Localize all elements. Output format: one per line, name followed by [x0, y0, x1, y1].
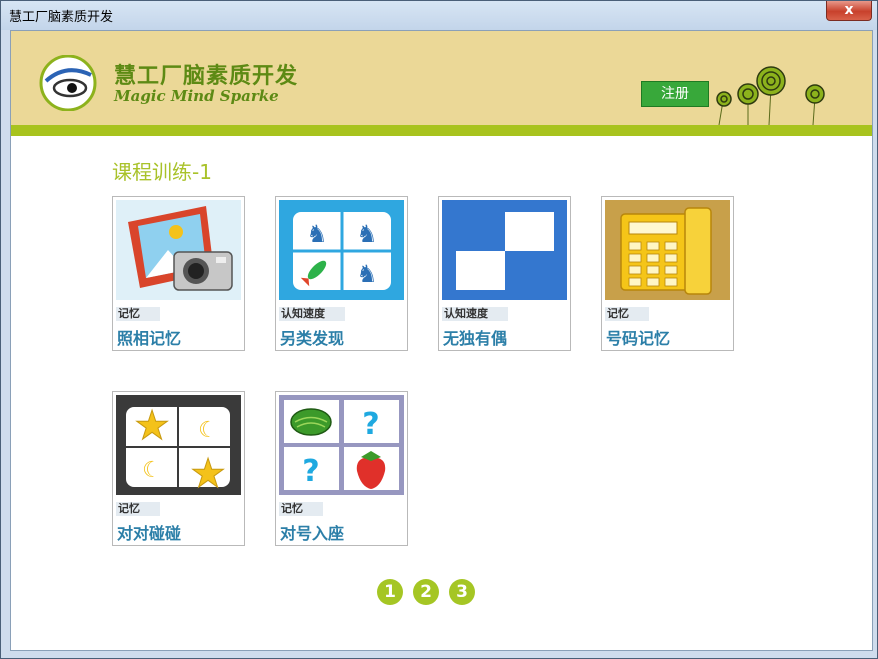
course-card-odd-one-out[interactable]: ♞ ♞ ♞ 认知速度 另类发现 — [275, 196, 408, 351]
svg-text:♞: ♞ — [356, 260, 378, 288]
course-card-photo-memory[interactable]: 记忆 照相记忆 — [112, 196, 245, 351]
course-card-match-pairs[interactable]: ★ ★ ☾ ☾ 记忆 对对碰碰 — [112, 391, 245, 546]
fruit-grid-icon: ? ? — [279, 395, 404, 495]
header-banner: 慧工厂脑素质开发 Magic Mind Sparke 注册 — [11, 31, 872, 125]
card-title: 号码记忆 — [606, 329, 671, 348]
brand-title: 慧工厂脑素质开发 — [114, 64, 299, 89]
svg-text:☾: ☾ — [198, 418, 218, 443]
svg-text:?: ? — [302, 454, 319, 489]
svg-text:?: ? — [362, 407, 379, 442]
app-window: 慧工厂脑素质开发 x 慧工厂脑素质开发 Magic Mind Sparke 注册 — [0, 0, 878, 659]
svg-text:♞: ♞ — [306, 220, 328, 248]
course-card-number-memory[interactable]: 记忆 号码记忆 — [601, 196, 734, 351]
blue-squares-icon — [442, 200, 567, 300]
header-divider — [11, 125, 872, 136]
svg-text:★: ★ — [134, 403, 170, 449]
register-button[interactable]: 注册 — [641, 81, 709, 107]
window-title: 慧工厂脑素质开发 — [9, 10, 114, 25]
telephone-icon — [605, 200, 730, 300]
pagination: 123 — [377, 579, 485, 605]
svg-text:♞: ♞ — [356, 220, 378, 248]
svg-text:★: ★ — [190, 451, 226, 495]
card-title: 另类发现 — [280, 329, 345, 348]
page-1-button[interactable]: 1 — [377, 579, 403, 605]
card-title: 对号入座 — [280, 524, 345, 543]
card-tag: 记忆 — [605, 307, 649, 321]
page-3-button[interactable]: 3 — [449, 579, 475, 605]
client-area: 慧工厂脑素质开发 Magic Mind Sparke 注册 课程训练-1 记忆 … — [10, 30, 873, 651]
course-card-fit-in-place[interactable]: ? ? 记忆 对号入座 — [275, 391, 408, 546]
course-card-unique-pair[interactable]: 认知速度 无独有偶 — [438, 196, 571, 351]
logo-eye-icon — [39, 55, 97, 111]
spiral-trees-icon — [716, 66, 825, 125]
horse-rocket-grid-icon: ♞ ♞ ♞ — [279, 200, 404, 300]
card-tag: 认知速度 — [279, 307, 345, 321]
card-tag: 记忆 — [279, 502, 323, 516]
card-tag: 记忆 — [116, 307, 160, 321]
star-moon-grid-icon: ★ ★ ☾ ☾ — [116, 395, 241, 495]
camera-picture-icon — [116, 200, 241, 300]
svg-text:☾: ☾ — [142, 458, 162, 483]
brand-subtitle: Magic Mind Sparke — [114, 87, 279, 105]
card-tag: 记忆 — [116, 502, 160, 516]
section-title: 课程训练-1 — [112, 160, 212, 184]
title-bar[interactable]: 慧工厂脑素质开发 x — [1, 1, 877, 30]
card-title: 照相记忆 — [117, 329, 182, 348]
page-2-button[interactable]: 2 — [413, 579, 439, 605]
card-tag: 认知速度 — [442, 307, 508, 321]
card-title: 对对碰碰 — [117, 524, 182, 543]
close-button[interactable]: x — [826, 1, 872, 21]
card-title: 无独有偶 — [443, 329, 508, 348]
